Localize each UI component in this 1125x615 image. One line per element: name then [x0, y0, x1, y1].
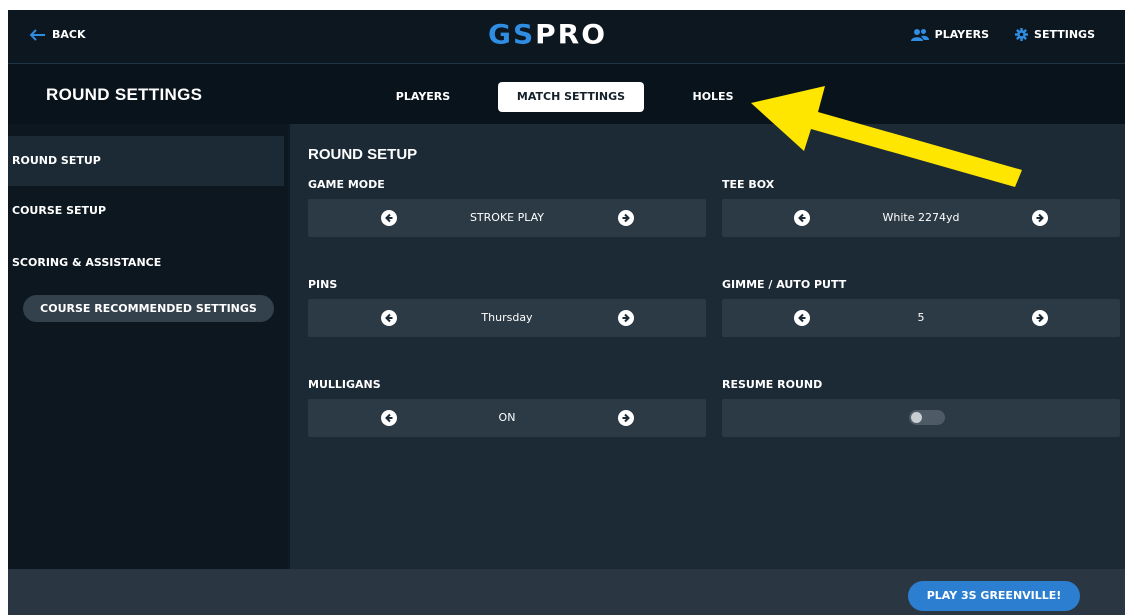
- settings-link-label: SETTINGS: [1034, 28, 1095, 41]
- tee-box-next-button[interactable]: [1032, 210, 1048, 226]
- settings-button[interactable]: SETTINGS: [1015, 28, 1095, 41]
- toggle-knob: [911, 412, 922, 423]
- resume-round-toggle[interactable]: [909, 410, 945, 425]
- app-window: BACK GS PRO PLAYERS SETTINGS ROUND SETTI…: [8, 10, 1125, 615]
- game-mode-value: STROKE PLAY: [469, 211, 545, 224]
- pins-value: Thursday: [481, 311, 533, 324]
- page-title: ROUND SETTINGS: [46, 85, 203, 104]
- tee-box-prev-button[interactable]: [794, 210, 810, 226]
- resume-round-row: [722, 399, 1120, 437]
- gear-icon: [1015, 28, 1029, 41]
- tee-box-selector: White 2274yd: [722, 199, 1120, 237]
- pins-prev-button[interactable]: [381, 310, 397, 326]
- circle-arrow-left-icon: [798, 213, 806, 223]
- mulligans-prev-button[interactable]: [381, 410, 397, 426]
- sidebar: ROUND SETUP COURSE SETUP SCORING & ASSIS…: [8, 124, 288, 569]
- tab-holes[interactable]: HOLES: [686, 82, 740, 112]
- mulligans-label: MULLIGANS: [308, 378, 381, 391]
- logo-pro: PRO: [535, 18, 608, 51]
- arrow-left-icon: [30, 28, 45, 41]
- back-label: BACK: [52, 28, 86, 41]
- circle-arrow-left-icon: [798, 313, 806, 323]
- game-mode-prev-button[interactable]: [381, 210, 397, 226]
- gimme-value: 5: [917, 311, 925, 324]
- circle-arrow-right-icon: [622, 213, 630, 223]
- circle-arrow-right-icon: [622, 413, 630, 423]
- footer-bar: PLAY 3S GREENVILLE!: [8, 569, 1125, 615]
- users-icon: [910, 29, 929, 41]
- resume-round-label: RESUME ROUND: [722, 378, 823, 391]
- gimme-selector: 5: [722, 299, 1120, 337]
- tee-box-label: TEE BOX: [722, 178, 775, 191]
- mulligans-selector: ON: [308, 399, 706, 437]
- circle-arrow-left-icon: [385, 413, 393, 423]
- gspro-logo: GS PRO: [488, 18, 608, 51]
- circle-arrow-right-icon: [622, 313, 630, 323]
- circle-arrow-right-icon: [1036, 313, 1044, 323]
- mulligans-value: ON: [498, 411, 516, 424]
- course-recommended-settings-button[interactable]: COURSE RECOMMENDED SETTINGS: [23, 295, 274, 322]
- players-link-label: PLAYERS: [934, 28, 990, 41]
- back-button[interactable]: BACK: [30, 28, 86, 41]
- top-bar: BACK GS PRO PLAYERS SETTINGS: [8, 10, 1125, 64]
- sidebar-item-course-setup[interactable]: COURSE SETUP: [8, 186, 284, 236]
- logo-gs: GS: [488, 18, 536, 51]
- sidebar-item-round-setup[interactable]: ROUND SETUP: [8, 136, 284, 186]
- mulligans-next-button[interactable]: [618, 410, 634, 426]
- gimme-label: GIMME / AUTO PUTT: [722, 278, 847, 291]
- players-button[interactable]: PLAYERS: [910, 28, 990, 41]
- sidebar-item-scoring-assistance[interactable]: SCORING & ASSISTANCE: [8, 238, 284, 288]
- game-mode-selector: STROKE PLAY: [308, 199, 706, 237]
- game-mode-label: GAME MODE: [308, 178, 385, 191]
- circle-arrow-left-icon: [385, 313, 393, 323]
- pins-selector: Thursday: [308, 299, 706, 337]
- circle-arrow-left-icon: [385, 213, 393, 223]
- tab-players[interactable]: PLAYERS: [386, 82, 460, 112]
- pins-label: PINS: [308, 278, 338, 291]
- gimme-next-button[interactable]: [1032, 310, 1048, 326]
- tee-box-value: White 2274yd: [882, 211, 960, 224]
- play-button[interactable]: PLAY 3S GREENVILLE!: [908, 581, 1080, 611]
- gimme-prev-button[interactable]: [794, 310, 810, 326]
- header-bar: ROUND SETTINGS PLAYERS MATCH SETTINGS HO…: [8, 64, 1125, 124]
- section-title: ROUND SETUP: [308, 146, 418, 163]
- circle-arrow-right-icon: [1036, 213, 1044, 223]
- game-mode-next-button[interactable]: [618, 210, 634, 226]
- tab-match-settings[interactable]: MATCH SETTINGS: [498, 82, 644, 112]
- round-setup-panel: ROUND SETUP GAME MODE STROKE PLAY TEE BO…: [290, 124, 1125, 569]
- pins-next-button[interactable]: [618, 310, 634, 326]
